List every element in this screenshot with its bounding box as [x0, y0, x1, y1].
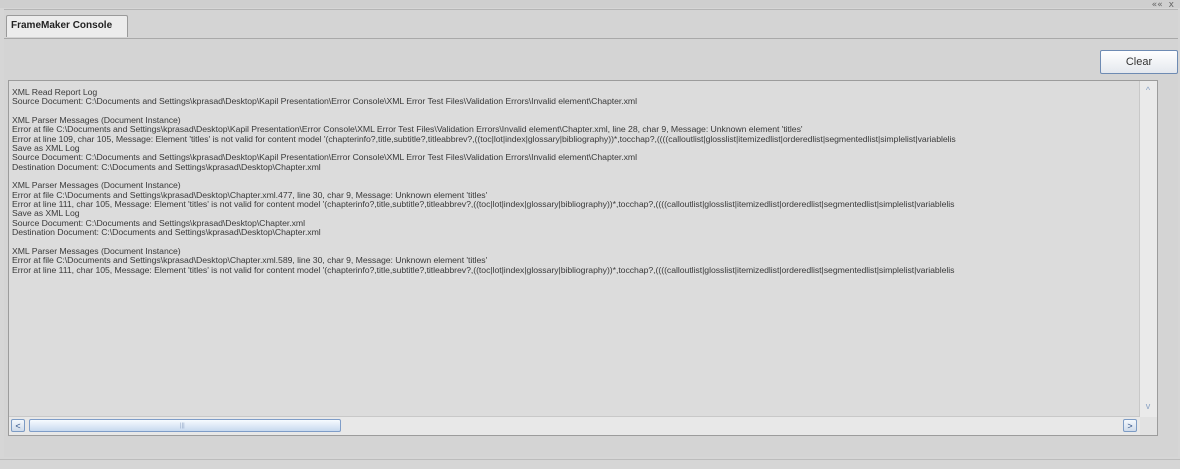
console-line: Error at file C:\Documents and Settings\…: [12, 125, 803, 135]
console-line: Destination Document: C:\Documents and S…: [12, 228, 321, 238]
console-line: Error at file C:\Documents and Settings\…: [12, 190, 488, 200]
scroll-right-arrow-icon[interactable]: >: [1123, 419, 1137, 432]
console-line: XML Parser Messages (Document Instance): [12, 246, 181, 256]
vertical-scrollbar[interactable]: ^ v: [1139, 81, 1157, 417]
scroll-grip-icon: |||: [180, 423, 185, 429]
console-line: Error at line 109, char 105, Message: El…: [12, 134, 956, 144]
console-line: Source Document: C:\Documents and Settin…: [12, 153, 637, 163]
console-log-text: XML Read Report Log Source Document: C:\D…: [12, 88, 1138, 416]
console-line: Source Document: C:\Documents and Settin…: [12, 97, 637, 107]
console-line: Destination Document: C:\Documents and S…: [12, 162, 321, 172]
scroll-down-arrow-icon[interactable]: v: [1141, 399, 1155, 413]
panel-top-bar: [0, 0, 1180, 8]
scroll-up-arrow-icon[interactable]: ^: [1141, 83, 1155, 97]
console-line: XML Read Report Log: [12, 88, 98, 97]
console-line: Source Document: C:\Documents and Settin…: [12, 218, 305, 228]
horizontal-scroll-thumb[interactable]: |||: [29, 419, 341, 432]
console-output[interactable]: XML Read Report Log Source Document: C:\D…: [8, 80, 1158, 436]
console-line: Error at line 111, char 105, Message: El…: [12, 265, 955, 275]
console-line: XML Parser Messages (Document Instance): [12, 116, 181, 126]
tab-framemaker-console[interactable]: FrameMaker Console: [6, 15, 128, 37]
scrollbar-corner: [1140, 417, 1157, 435]
console-line: Error at file C:\Documents and Settings\…: [12, 256, 488, 266]
scroll-left-arrow-icon[interactable]: <: [11, 419, 25, 432]
horizontal-scrollbar[interactable]: < ||| >: [9, 416, 1140, 435]
tab-strip: FrameMaker Console: [4, 10, 1178, 39]
console-line: XML Parser Messages (Document Instance): [12, 181, 181, 191]
bottom-divider: [0, 459, 1180, 460]
console-line: Save as XML Log: [12, 209, 80, 219]
clear-button[interactable]: Clear: [1100, 50, 1178, 74]
console-line: Save as XML Log: [12, 144, 80, 154]
console-line: Error at line 111, char 105, Message: El…: [12, 200, 955, 210]
console-panel: FrameMaker Console Clear XML Read Report…: [4, 9, 1178, 457]
